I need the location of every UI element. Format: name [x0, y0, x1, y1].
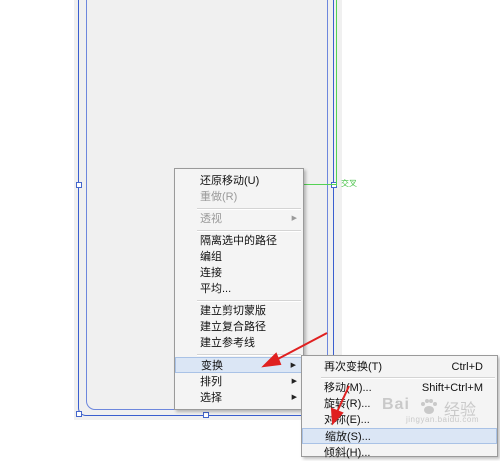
annotation-arrow-transform	[273, 332, 328, 362]
annotation-arrowhead-scale	[330, 407, 344, 426]
annotation-arrow-scale	[336, 385, 350, 413]
annotation-arrows	[261, 332, 350, 426]
paw-icon	[421, 399, 437, 414]
watermark-url: jingyan.baidu.com	[406, 415, 479, 424]
watermark-logo: Bai	[382, 396, 410, 413]
baidu-jingyan-watermark: Bai 经验 jingyan.baidu.com	[382, 396, 500, 424]
annotation-arrowhead-transform	[261, 352, 282, 368]
